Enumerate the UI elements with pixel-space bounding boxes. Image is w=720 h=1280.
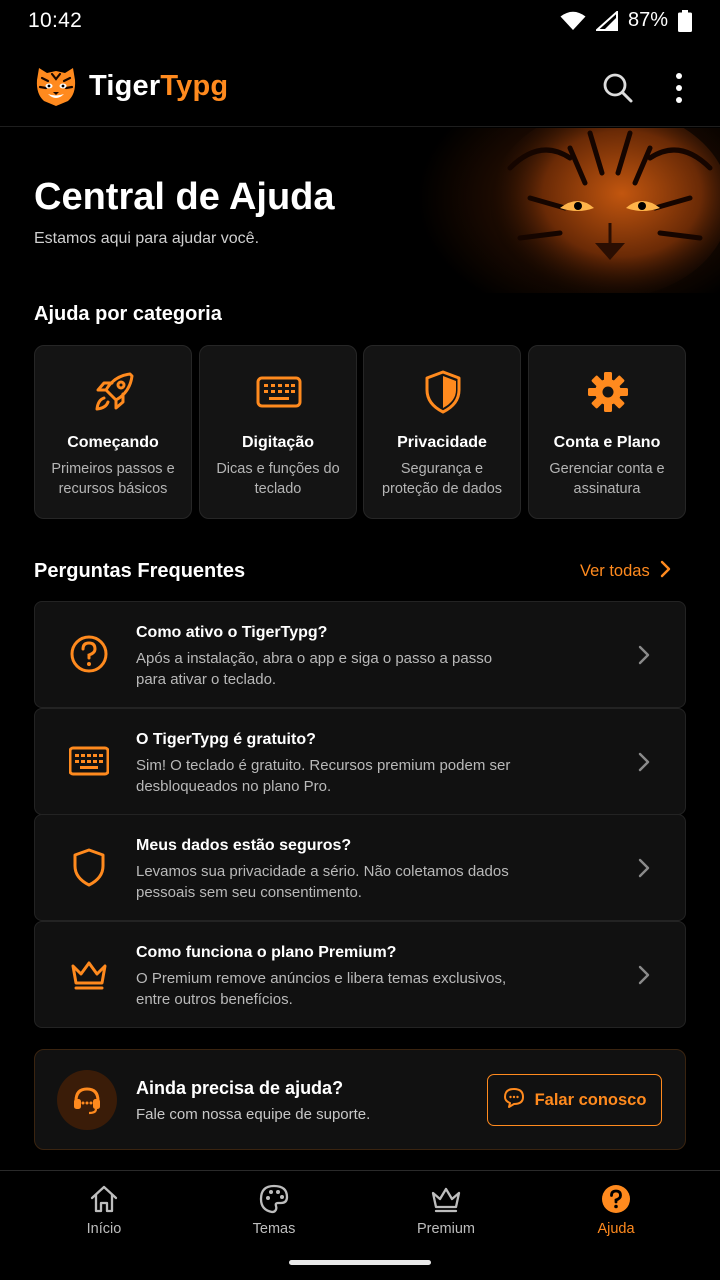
app-title-part1: Tiger — [89, 70, 161, 102]
rocket-icon — [90, 368, 138, 416]
tiger-logo-icon — [34, 64, 78, 108]
crown-icon — [431, 1187, 461, 1213]
category-card-typing[interactable]: Digitação Dicas e funções do teclado — [199, 345, 357, 519]
gear-icon — [584, 368, 632, 416]
faq-answer: Sim! O teclado é gratuito. Recursos prem… — [136, 757, 511, 795]
faq-title: Perguntas Frequentes — [34, 560, 246, 582]
category-description: Segurança e proteção de dados — [381, 461, 503, 497]
search-icon[interactable] — [600, 70, 636, 106]
chevron-right-icon — [637, 644, 651, 666]
home-indicator[interactable] — [289, 1260, 431, 1265]
faq-item[interactable]: Meus dados estão seguros? Levamos sua pr… — [34, 814, 686, 921]
status-time: 10:42 — [28, 9, 83, 32]
app-title: TigerTypg — [89, 70, 228, 103]
faq-answer: O Premium remove anúncios e libera temas… — [136, 970, 507, 1008]
tiger-illustration — [470, 128, 720, 293]
wifi-icon — [560, 11, 586, 31]
faq-question: Como ativo o TigerTypg? — [136, 624, 328, 641]
shield-icon — [69, 847, 109, 887]
app-bar: TigerTypg — [0, 52, 720, 127]
contact-us-label: Falar conosco — [534, 1090, 647, 1109]
more-options-icon[interactable] — [664, 70, 694, 106]
nav-label: Ajuda — [597, 1221, 635, 1237]
nav-item-home[interactable]: Início — [44, 1183, 164, 1237]
see-all-link[interactable]: Ver todas — [580, 560, 672, 583]
status-bar: 10:42 87% — [0, 0, 720, 44]
contact-us-button[interactable]: Falar conosco — [487, 1074, 662, 1126]
signal-icon — [595, 10, 618, 31]
chevron-right-icon — [637, 857, 651, 879]
category-card-privacy[interactable]: Privacidade Segurança e proteção de dado… — [363, 345, 521, 519]
status-icons: 87% — [560, 9, 692, 32]
hero-banner: Central de Ajuda Estamos aqui para ajuda… — [0, 128, 720, 293]
chevron-right-icon — [660, 560, 672, 583]
chat-bubble-icon — [503, 1087, 525, 1114]
app-title-part2: Typg — [160, 70, 229, 102]
nav-label: Temas — [252, 1221, 296, 1237]
faq-item[interactable]: O TigerTypg é gratuito? Sim! O teclado é… — [34, 708, 686, 815]
faq-question: Meus dados estão seguros? — [136, 837, 352, 854]
category-card-getting-started[interactable]: Começando Primeiros passos e recursos bá… — [34, 345, 192, 519]
category-card-account[interactable]: Conta e Plano Gerenciar conta e assinatu… — [528, 345, 686, 519]
support-card: Ainda precisa de ajuda? Fale com nossa e… — [34, 1049, 686, 1150]
chevron-right-icon — [637, 964, 651, 986]
keyboard-icon — [68, 741, 110, 781]
shield-icon — [419, 368, 467, 416]
categories-title: Ajuda por categoria — [34, 303, 222, 325]
category-title: Começando — [67, 434, 159, 451]
support-title: Ainda precisa de ajuda? — [136, 1078, 344, 1098]
category-description: Gerenciar conta e assinatura — [549, 461, 665, 497]
chevron-right-icon — [637, 751, 651, 773]
faq-item[interactable]: Como funciona o plano Premium? O Premium… — [34, 921, 686, 1028]
category-title: Privacidade — [397, 434, 487, 451]
battery-icon — [678, 9, 692, 32]
support-subtitle: Fale com nossa equipe de suporte. — [136, 1106, 371, 1123]
see-all-label: Ver todas — [580, 562, 650, 580]
faq-answer: Levamos sua privacidade a sério. Não col… — [136, 863, 509, 901]
faq-item[interactable]: Como ativo o TigerTypg? Após a instalaçã… — [34, 601, 686, 708]
category-title: Conta e Plano — [553, 434, 661, 451]
nav-item-premium[interactable]: Premium — [386, 1183, 506, 1237]
battery-percent: 87% — [627, 9, 668, 31]
category-description: Primeiros passos e recursos básicos — [51, 461, 175, 497]
crown-icon — [69, 954, 109, 994]
palette-icon — [259, 1184, 289, 1214]
question-icon — [69, 634, 109, 674]
help-icon — [602, 1185, 630, 1213]
home-icon — [90, 1185, 118, 1213]
faq-question: O TigerTypg é gratuito? — [136, 731, 316, 748]
category-title: Digitação — [241, 434, 314, 451]
category-description: Dicas e funções do teclado — [216, 461, 340, 497]
nav-item-themes[interactable]: Temas — [214, 1183, 334, 1237]
headset-icon — [57, 1070, 117, 1130]
page-title: Central de Ajuda — [34, 176, 335, 218]
nav-label: Premium — [416, 1221, 475, 1237]
nav-item-help[interactable]: Ajuda — [556, 1183, 676, 1237]
keyboard-icon — [255, 368, 303, 416]
page-subtitle: Estamos aqui para ajudar você. — [34, 230, 260, 247]
faq-question: Como funciona o plano Premium? — [136, 944, 397, 961]
nav-label: Início — [86, 1221, 122, 1237]
faq-answer: Após a instalação, abra o app e siga o p… — [136, 650, 493, 688]
